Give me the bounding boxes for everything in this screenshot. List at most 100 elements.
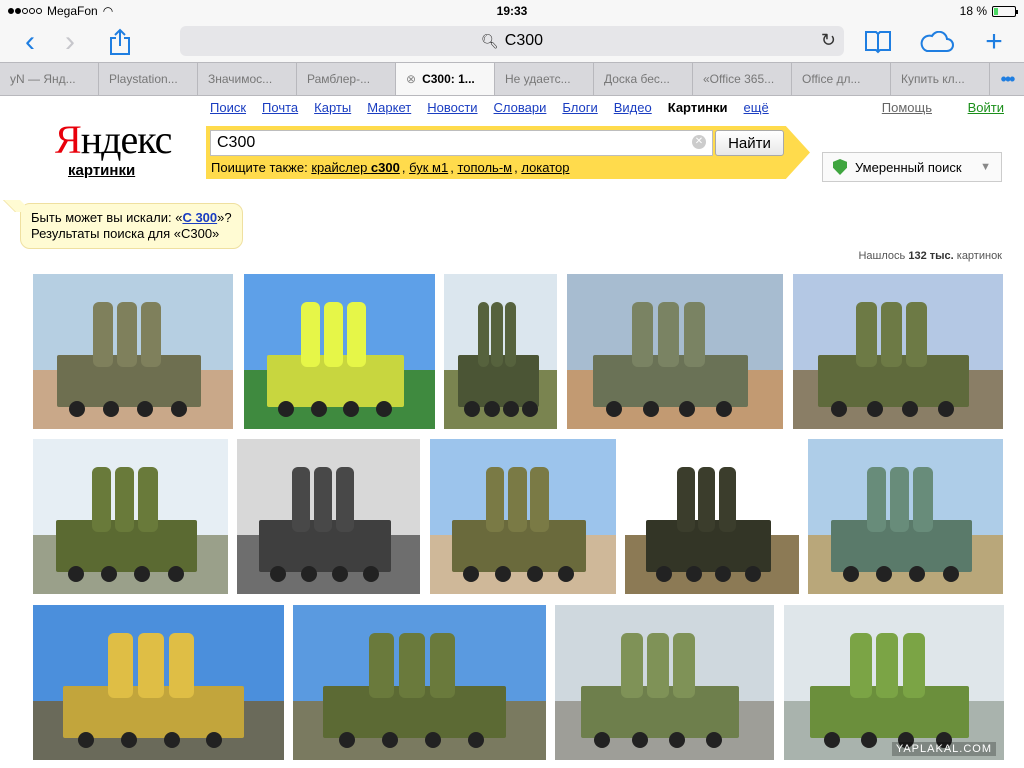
launcher-tube — [889, 466, 910, 532]
wheel-shape — [101, 565, 118, 582]
image-thumbnail-s300-12[interactable] — [293, 605, 546, 760]
image-thumbnail-s300-3[interactable] — [444, 274, 557, 429]
nav-maps[interactable]: Карты — [314, 100, 351, 115]
wheel-shape — [830, 400, 847, 417]
help-link[interactable]: Помощь — [882, 100, 932, 115]
related-link-buk[interactable]: бук м1 — [409, 160, 448, 175]
battery-percent: 18 % — [959, 4, 987, 18]
nav-video[interactable]: Видео — [614, 100, 652, 115]
launcher-tube — [324, 301, 344, 367]
back-icon[interactable]: ‹ — [10, 25, 50, 59]
wheel-shape — [134, 565, 151, 582]
tab-1[interactable]: Playstation... — [99, 63, 198, 95]
image-thumbnail-s300-14[interactable]: YAPLAKAL.COM — [784, 605, 1004, 760]
wheel-shape — [137, 400, 153, 417]
image-thumbnail-s300-7[interactable] — [237, 439, 420, 594]
wifi-icon: ◠ — [102, 4, 114, 18]
share-icon[interactable] — [100, 25, 140, 59]
close-tab-icon[interactable]: ⊗ — [406, 72, 416, 86]
image-thumbnail-s300-11[interactable] — [33, 605, 284, 760]
logo-text: ндекс — [80, 117, 173, 162]
wheel-shape — [120, 731, 137, 748]
launcher-tube — [291, 466, 311, 532]
nav-blogs[interactable]: Блоги — [562, 100, 597, 115]
icloud-tabs-icon[interactable] — [916, 25, 956, 59]
launcher-tube — [913, 466, 933, 532]
related-link-topol[interactable]: тополь-м — [457, 160, 512, 175]
address-bar[interactable]: 🔍︎ C300 ↻ — [180, 26, 844, 56]
yandex-logo[interactable]: Яндекс — [55, 116, 173, 163]
reload-icon[interactable]: ↻ — [821, 30, 836, 51]
image-thumbnail-s300-5[interactable] — [793, 274, 1003, 429]
wheel-shape — [942, 565, 959, 582]
nav-market[interactable]: Маркет — [367, 100, 411, 115]
tab-label: yN — Янд... — [10, 72, 76, 86]
logo-subtitle[interactable]: картинки — [68, 162, 135, 179]
results-suffix: картинок — [953, 250, 1002, 262]
search-button[interactable]: Найти — [715, 130, 784, 156]
launcher-tube — [866, 466, 886, 532]
search-input[interactable]: C300 ✕ — [210, 130, 713, 156]
forward-icon[interactable]: › — [50, 25, 90, 59]
image-thumbnail-s300-6[interactable] — [33, 439, 228, 594]
safe-search-select[interactable]: Умеренный поиск ▼ — [822, 152, 1002, 182]
wheel-shape — [381, 731, 398, 748]
nav-mail[interactable]: Почта — [262, 100, 298, 115]
tab-9[interactable]: Купить кл... — [891, 63, 990, 95]
battery-level — [994, 7, 998, 15]
tab-8[interactable]: Office дл... — [792, 63, 891, 95]
suggest-link[interactable]: С 300 — [182, 210, 217, 225]
wheel-shape — [642, 400, 659, 417]
status-bar: MegaFon ◠ 19:33 18 % — [0, 0, 1024, 22]
launcher-tube — [646, 632, 669, 698]
wheel-shape — [375, 400, 392, 417]
wheel-shape — [685, 565, 702, 582]
wheel-shape — [521, 400, 538, 417]
tab-label: Playstation... — [109, 72, 178, 86]
clear-icon[interactable]: ✕ — [692, 135, 706, 149]
wheel-shape — [495, 565, 512, 582]
login-link[interactable]: Войти — [968, 100, 1004, 115]
nav-search[interactable]: Поиск — [210, 100, 246, 115]
suggest-prefix: Быть может вы искали: « — [31, 210, 183, 225]
launcher-tube — [114, 466, 135, 532]
wheel-shape — [605, 400, 622, 417]
image-thumbnail-s300-9[interactable] — [625, 439, 799, 594]
new-tab-icon[interactable]: + — [974, 25, 1014, 59]
launcher-tube — [505, 301, 517, 367]
wheel-shape — [338, 731, 355, 748]
related-link-locator[interactable]: локатор — [521, 160, 569, 175]
page-content: Поиск Почта Карты Маркет Новости Словари… — [0, 96, 1024, 767]
related-label: Поищите также: — [211, 160, 308, 175]
wheel-shape — [163, 731, 180, 748]
wheel-shape — [594, 731, 611, 748]
tab-2[interactable]: Значимос... — [198, 63, 297, 95]
launcher-tube — [530, 466, 550, 532]
tab-label: «Office 365... — [703, 72, 775, 86]
image-thumbnail-s300-8[interactable] — [430, 439, 616, 594]
wheel-shape — [467, 731, 484, 748]
wheel-shape — [631, 731, 648, 748]
tab-6[interactable]: Доска бес... — [594, 63, 693, 95]
related-link-chrysler[interactable]: крайслер с300 — [311, 160, 400, 175]
nav-news[interactable]: Новости — [427, 100, 477, 115]
image-thumbnail-s300-13[interactable] — [555, 605, 774, 760]
launcher-tube — [673, 632, 696, 698]
battery-icon — [992, 5, 1018, 17]
image-thumbnail-s300-10[interactable] — [808, 439, 1003, 594]
more-tabs-icon[interactable]: ••• — [990, 63, 1024, 95]
nav-dictionaries[interactable]: Словари — [494, 100, 547, 115]
wheel-shape — [363, 565, 380, 582]
image-thumbnail-s300-2[interactable] — [244, 274, 435, 429]
bookmarks-icon[interactable] — [858, 25, 898, 59]
tab-4[interactable]: ⊗ C300: 1... — [396, 63, 495, 95]
wheel-shape — [866, 400, 883, 417]
tab-3[interactable]: Рамблер-... — [297, 63, 396, 95]
tab-0[interactable]: yN — Янд... — [0, 63, 99, 95]
nav-more[interactable]: ещё — [744, 100, 769, 115]
image-thumbnail-s300-1[interactable] — [33, 274, 233, 429]
tab-7[interactable]: «Office 365... — [693, 63, 792, 95]
wheel-shape — [171, 400, 187, 417]
tab-5[interactable]: Не удаетс... — [495, 63, 594, 95]
image-thumbnail-s300-4[interactable] — [567, 274, 783, 429]
